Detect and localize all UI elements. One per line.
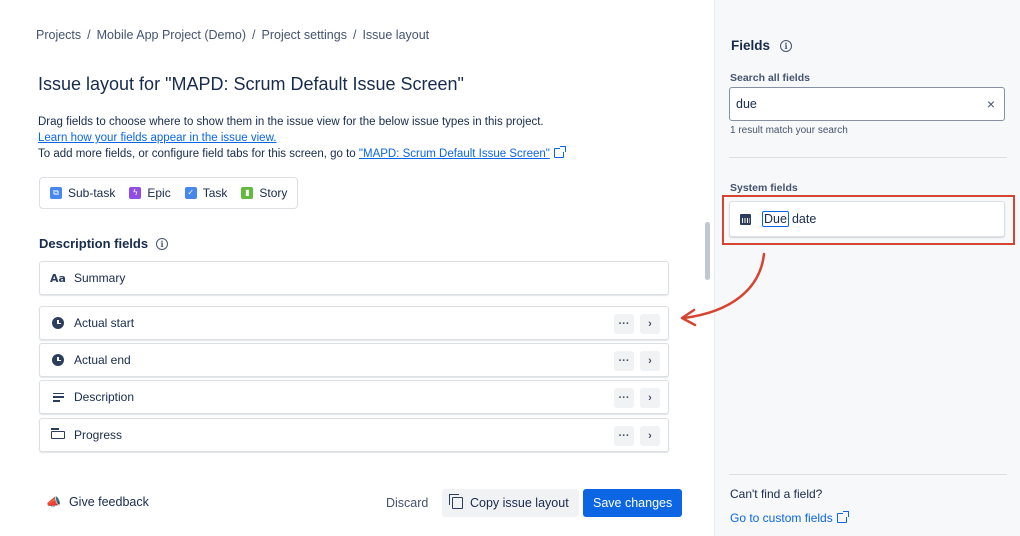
issue-type-label: Sub-task [68, 186, 116, 200]
chevron-right-icon[interactable]: › [640, 351, 660, 371]
divider [729, 157, 1007, 158]
divider [729, 474, 1007, 475]
issue-type-label: Task [202, 186, 228, 200]
issue-types-box: ⧉ Sub-task ϟ Epic ✓ Task ▮ Story [39, 177, 299, 209]
chevron-right-icon[interactable]: › [640, 314, 660, 334]
field-label: Actual start [74, 316, 135, 330]
clock-icon [51, 316, 65, 330]
issue-type-task: ✓ Task [184, 186, 228, 200]
page-title: Issue layout for "MAPD: Scrum Default Is… [38, 74, 464, 94]
copy-label: Copy issue layout [470, 496, 569, 510]
field-label: Summary [74, 271, 126, 285]
subtask-icon: ⧉ [50, 187, 62, 199]
megaphone-icon: 📣 [46, 495, 61, 509]
search-value: due [736, 97, 757, 111]
search-label: Search all fields [730, 72, 810, 84]
discard-button[interactable]: Discard [378, 489, 436, 517]
breadcrumb-settings[interactable]: Project settings [262, 28, 347, 42]
row-actions: ··· › [614, 388, 660, 408]
row-actions: ··· › [614, 426, 660, 446]
field-row-progress[interactable]: Progress ··· › [39, 418, 669, 452]
sidebar-heading: Fields i [731, 38, 793, 53]
story-bookmark-icon: ▮ [241, 187, 254, 199]
feedback-label: Give feedback [68, 495, 149, 509]
search-input[interactable]: due × [729, 87, 1005, 121]
breadcrumb-separator: / [252, 28, 256, 42]
copy-issue-layout-button[interactable]: Copy issue layout [442, 489, 579, 517]
issue-type-subtask: ⧉ Sub-task [50, 186, 115, 200]
external-link-icon [553, 146, 566, 158]
more-options-button[interactable]: ··· [614, 351, 634, 371]
intro-line: Drag fields to choose where to show them… [38, 116, 544, 128]
intro-line: To add more fields, or configure field t… [38, 148, 356, 160]
field-row-actual-start[interactable]: Actual start ··· › [39, 306, 669, 340]
issue-type-label: Story [259, 186, 288, 200]
row-actions: ··· › [614, 351, 660, 371]
field-label: Description [74, 390, 135, 404]
cant-find-text: Can't find a field? [730, 487, 823, 501]
sidebar-title: Fields [731, 38, 771, 53]
chevron-right-icon[interactable]: › [640, 426, 660, 446]
field-label: Actual end [74, 353, 131, 367]
give-feedback-button[interactable]: 📣 Give feedback [46, 495, 149, 509]
external-link-icon [836, 511, 849, 523]
more-options-button[interactable]: ··· [614, 426, 634, 446]
task-check-icon: ✓ [184, 187, 197, 199]
progress-icon [50, 428, 65, 442]
field-row-summary[interactable]: Aa Summary [39, 261, 669, 295]
breadcrumb-current: Issue layout [362, 28, 430, 42]
row-actions: ··· › [614, 314, 660, 334]
breadcrumb-projects[interactable]: Projects [36, 28, 81, 42]
field-row-actual-end[interactable]: Actual end ··· › [39, 343, 669, 377]
match-count: 1 result match your search [730, 125, 848, 136]
clock-icon [51, 353, 65, 367]
copy-icon [449, 494, 463, 509]
learn-link[interactable]: Learn how your fields appear in the issu… [38, 132, 276, 144]
text-aa-icon: Aa [50, 271, 66, 285]
custom-fields-label: Go to custom fields [730, 511, 833, 525]
system-fields-label: System fields [730, 182, 798, 194]
annotation-highlight-box [722, 195, 1015, 245]
breadcrumb-project[interactable]: Mobile App Project (Demo) [97, 28, 246, 42]
description-fields-heading: Description fields i [39, 236, 169, 251]
issue-type-epic: ϟ Epic [129, 186, 171, 200]
main-panel: Projects / Mobile App Project (Demo) / Proje… [0, 0, 714, 536]
save-changes-button[interactable]: Save changes [583, 489, 683, 517]
info-icon[interactable]: i [780, 39, 793, 52]
breadcrumb: Projects / Mobile App Project (Demo) / Proje… [36, 28, 429, 42]
section-title: Description fields [39, 236, 149, 251]
clear-icon[interactable]: × [987, 96, 995, 112]
field-label: Progress [74, 428, 123, 442]
screen-link[interactable]: "MAPD: Scrum Default Issue Screen" [359, 148, 550, 160]
annotation-arrow [680, 252, 766, 327]
paragraph-icon [51, 390, 65, 404]
info-icon[interactable]: i [156, 237, 169, 250]
intro-text: Drag fields to choose where to show them… [38, 114, 698, 162]
issue-type-story: ▮ Story [241, 186, 287, 200]
field-row-description[interactable]: Description ··· › [39, 380, 669, 414]
breadcrumb-separator: / [352, 28, 357, 42]
issue-type-label: Epic [147, 186, 171, 200]
more-options-button[interactable]: ··· [614, 388, 634, 408]
epic-icon: ϟ [129, 187, 142, 199]
chevron-right-icon[interactable]: › [640, 388, 660, 408]
more-options-button[interactable]: ··· [614, 314, 634, 334]
custom-fields-link[interactable]: Go to custom fields [730, 511, 849, 525]
breadcrumb-separator: / [87, 28, 91, 42]
